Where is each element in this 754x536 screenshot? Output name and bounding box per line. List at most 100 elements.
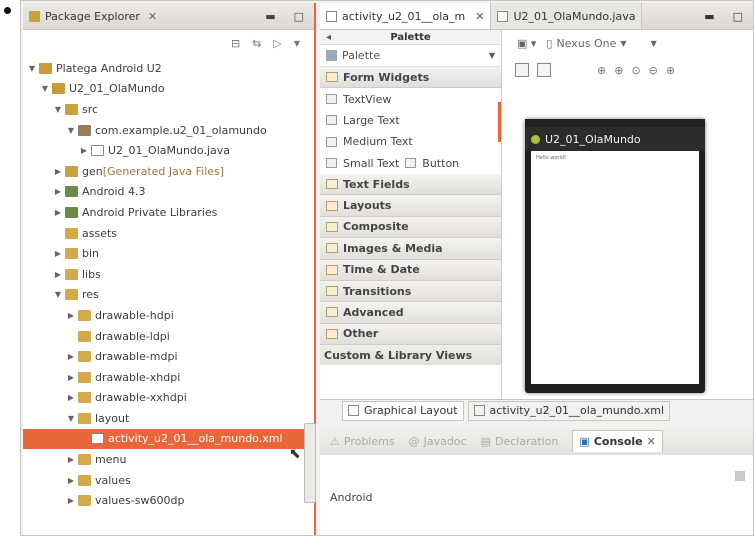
folder-icon xyxy=(78,454,91,466)
tree-item[interactable]: drawable-ldpi xyxy=(23,326,314,347)
editor-minimize-icon[interactable]: ▬ xyxy=(704,10,714,23)
device-preview[interactable]: U2_01_OlaMundo Hello world! xyxy=(525,119,705,393)
folder-icon xyxy=(78,330,91,342)
zoom-icon[interactable]: ⊕ xyxy=(597,64,606,77)
tab-graphical-layout[interactable]: Graphical Layout xyxy=(342,400,464,421)
expanded-arrow-icon[interactable]: ▼ xyxy=(27,64,37,73)
palette-widget[interactable]: Large Text xyxy=(320,110,501,131)
tab-console[interactable]: ▣ Console ✕ xyxy=(572,430,663,452)
tree-item[interactable]: activity_u2_01__ola_mundo.xml xyxy=(23,428,314,450)
palette-group[interactable]: Advanced xyxy=(320,302,501,324)
collapsed-arrow-icon[interactable]: ▶ xyxy=(53,270,63,279)
tree-item[interactable]: ▼ res xyxy=(23,285,314,306)
tab-activity-xml[interactable]: activity_u2_01__ola_m ✕ xyxy=(320,3,492,29)
tree-item[interactable]: ▶ bin xyxy=(23,243,314,264)
expanded-arrow-icon[interactable]: ▼ xyxy=(66,414,76,423)
collapsed-arrow-icon[interactable]: ▶ xyxy=(66,352,76,361)
editor-maximize-icon[interactable]: □ xyxy=(733,10,743,23)
collapsed-arrow-icon[interactable]: ▶ xyxy=(53,187,63,196)
tree-item[interactable]: ▶ drawable-xxhdpi xyxy=(23,388,314,409)
palette-group[interactable]: Images & Media xyxy=(320,238,501,260)
console-display-icon[interactable] xyxy=(735,471,745,481)
toggle-fill-height-icon[interactable] xyxy=(537,63,551,77)
collapsed-arrow-icon[interactable]: ▶ xyxy=(66,393,76,402)
tree-item[interactable]: ▶ U2_01_OlaMundo.java xyxy=(23,140,314,161)
expanded-arrow-icon[interactable]: ▼ xyxy=(53,105,63,114)
tree-item[interactable]: assets xyxy=(23,223,314,244)
palette-widget[interactable]: Small Text Button xyxy=(320,153,501,174)
tree-item[interactable]: ▼ Platega Android U2 xyxy=(23,58,314,79)
hello-world-textview[interactable]: Hello world! xyxy=(531,151,699,165)
device-screen[interactable]: Hello world! xyxy=(531,151,699,384)
tree-item[interactable]: ▼ layout xyxy=(23,408,314,429)
palette-widget[interactable]: TextView xyxy=(320,88,501,109)
palette-group[interactable]: Composite xyxy=(320,216,501,239)
tree-item[interactable]: ▶ drawable-xhdpi xyxy=(23,367,314,388)
palette-custom-views[interactable]: Custom & Library Views xyxy=(320,345,501,366)
close-icon[interactable]: ✕ xyxy=(475,10,484,23)
collapsed-arrow-icon[interactable]: ▶ xyxy=(66,455,76,464)
collapsed-arrow-icon[interactable]: ▶ xyxy=(66,496,76,505)
tree-item[interactable]: ▶ gen [Generated Java Files] xyxy=(23,161,314,182)
tree-item[interactable]: ▼ com.example.u2_01_olamundo xyxy=(23,120,314,141)
collapsed-arrow-icon[interactable]: ▶ xyxy=(79,146,89,155)
minimize-icon[interactable]: ▬ xyxy=(265,10,275,23)
collapsed-arrow-icon[interactable]: ▶ xyxy=(53,249,63,258)
palette-widget-button[interactable]: Button xyxy=(422,157,459,170)
tree-item[interactable]: ▼ src xyxy=(23,99,314,120)
zoom-out-icon[interactable]: ⊖ xyxy=(649,64,658,77)
editor-bottom-tabs: Graphical Layout activity_u2_01__ola_mun… xyxy=(320,399,753,421)
zoom-real-icon[interactable]: ⊙ xyxy=(631,64,640,77)
collapsed-arrow-icon[interactable]: ▶ xyxy=(66,311,76,320)
focus-icon[interactable]: ▷ xyxy=(273,37,281,50)
palette-scrollbar[interactable] xyxy=(498,102,501,142)
tree-item[interactable]: ▶ libs xyxy=(23,264,314,285)
maximize-icon[interactable]: □ xyxy=(294,10,304,23)
expanded-arrow-icon[interactable]: ▼ xyxy=(40,84,50,93)
device-selector[interactable]: ▯ Nexus One ▼ xyxy=(546,37,626,50)
tree-item[interactable]: ▶ menu xyxy=(23,449,314,470)
tree-scrollbar[interactable] xyxy=(304,423,316,503)
palette-selector[interactable]: Palette ▼ xyxy=(320,45,501,67)
expanded-arrow-icon[interactable]: ▼ xyxy=(53,290,63,299)
toggle-fill-width-icon[interactable] xyxy=(515,63,529,77)
package-explorer-title[interactable]: Package Explorer xyxy=(45,10,140,23)
collapsed-arrow-icon[interactable]: ▶ xyxy=(53,208,63,217)
expanded-arrow-icon[interactable]: ▼ xyxy=(66,126,76,135)
tab-problems[interactable]: ⚠ Problems xyxy=(330,435,395,448)
palette-widget[interactable]: Medium Text xyxy=(320,131,501,152)
tree-item[interactable]: ▶ drawable-hdpi xyxy=(23,305,314,326)
palette-group[interactable]: Transitions xyxy=(320,280,501,303)
zoom-in-icon[interactable]: ⊕ xyxy=(614,64,623,77)
tree-item[interactable]: ▶ values xyxy=(23,470,314,491)
collapsed-arrow-icon[interactable]: ▶ xyxy=(53,167,63,176)
palette-group[interactable]: Text Fields xyxy=(320,173,501,196)
tree-item[interactable]: ▶ values-sw600dp xyxy=(23,490,314,511)
tab-graphical-layout-label: Graphical Layout xyxy=(364,404,458,417)
collapsed-arrow-icon[interactable]: ▶ xyxy=(66,373,76,382)
palette-group[interactable]: Time & Date xyxy=(320,259,501,281)
zoom-fit-icon[interactable]: ⊕ xyxy=(666,64,675,77)
palette-group[interactable]: Form Widgets xyxy=(320,67,501,89)
close-icon[interactable]: ✕ xyxy=(647,435,656,448)
collapsed-arrow-icon[interactable]: ▶ xyxy=(66,476,76,485)
palette-group[interactable]: Other xyxy=(320,323,501,346)
widget-icon xyxy=(326,115,337,126)
tab-java-file[interactable]: U2_01_OlaMundo.java xyxy=(491,3,643,29)
more-icon[interactable]: ▼ xyxy=(651,39,657,48)
tab-xml-source[interactable]: activity_u2_01__ola_mundo.xml xyxy=(467,400,671,421)
link-editor-icon[interactable]: ⇆ xyxy=(252,37,261,50)
palette-group[interactable]: Layouts xyxy=(320,195,501,217)
tab-javadoc[interactable]: @ Javadoc xyxy=(409,435,467,448)
tab-declaration[interactable]: ▤ Declaration xyxy=(481,435,559,448)
tree-item[interactable]: ▶ drawable-mdpi xyxy=(23,346,314,367)
collapse-all-icon[interactable]: ⊟ xyxy=(231,37,240,50)
tree-item[interactable]: ▶ Android Private Libraries xyxy=(23,202,314,223)
config-icon[interactable]: ▣ ▾ xyxy=(517,37,536,50)
view-menu-icon[interactable]: ▼ xyxy=(294,39,300,48)
chevron-down-icon[interactable]: ▼ xyxy=(489,51,495,60)
tree-item[interactable]: ▼ U2_01_OlaMundo xyxy=(23,79,314,100)
palette-collapse-icon[interactable]: ◂ xyxy=(326,32,331,43)
view-close-icon[interactable]: ✕ xyxy=(148,10,157,23)
tree-item[interactable]: ▶ Android 4.3 xyxy=(23,182,314,203)
